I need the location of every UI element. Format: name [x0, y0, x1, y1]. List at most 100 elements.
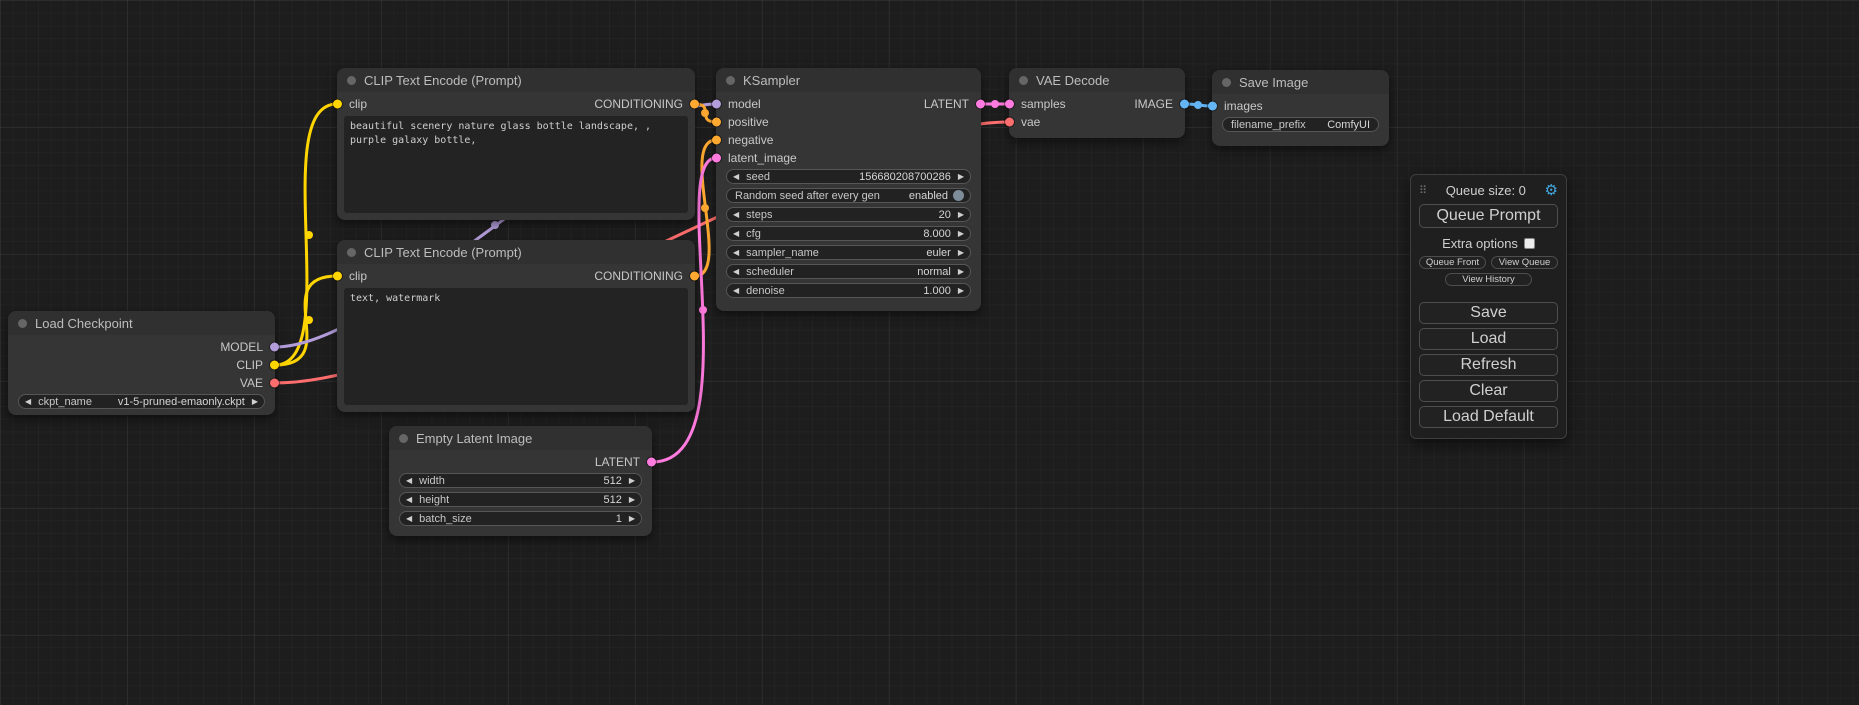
queue-prompt-button[interactable]: Queue Prompt [1419, 204, 1558, 228]
output-label-clip: CLIP [236, 358, 263, 372]
node-status-dot [399, 434, 408, 443]
queue-small-buttons-row: Queue Front View Queue [1419, 256, 1558, 269]
images-input-port[interactable] [1208, 102, 1217, 111]
left-arrow-icon[interactable]: ◀ [406, 496, 412, 504]
latent-output-port[interactable] [976, 100, 985, 109]
refresh-button[interactable]: Refresh [1419, 354, 1558, 376]
right-arrow-icon[interactable]: ▶ [958, 173, 964, 181]
right-arrow-icon[interactable]: ▶ [958, 230, 964, 238]
right-arrow-icon[interactable]: ▶ [629, 515, 635, 523]
queue-front-button[interactable]: Queue Front [1419, 256, 1486, 269]
node-title-bar[interactable]: Load Checkpoint [8, 311, 275, 335]
left-arrow-icon[interactable]: ◀ [406, 515, 412, 523]
widget-scheduler[interactable]: ◀ scheduler normal ▶ [726, 264, 971, 279]
wire-clip-to-negative-prompt [275, 276, 337, 365]
node-title-bar[interactable]: CLIP Text Encode (Prompt) [337, 240, 695, 264]
node-clip-text-encode-positive[interactable]: CLIP Text Encode (Prompt) clip CONDITION… [337, 68, 695, 220]
right-arrow-icon[interactable]: ▶ [252, 398, 258, 406]
right-arrow-icon[interactable]: ▶ [629, 496, 635, 504]
right-arrow-icon[interactable]: ▶ [629, 477, 635, 485]
right-arrow-icon[interactable]: ▶ [958, 211, 964, 219]
widget-name: filename_prefix [1231, 119, 1306, 131]
right-arrow-icon[interactable]: ▶ [958, 249, 964, 257]
link-dot [701, 109, 709, 117]
clip-input-port[interactable] [333, 272, 342, 281]
view-history-button[interactable]: View History [1445, 273, 1532, 286]
port-row: negative [716, 131, 981, 149]
node-load-checkpoint[interactable]: Load Checkpoint MODEL CLIP VAE ◀ ckpt_na… [8, 311, 275, 415]
widget-cfg[interactable]: ◀ cfg 8.000 ▶ [726, 226, 971, 241]
node-title-bar[interactable]: CLIP Text Encode (Prompt) [337, 68, 695, 92]
model-input-port[interactable] [712, 100, 721, 109]
link-dot [991, 100, 999, 108]
drag-handle-icon[interactable]: ⠿ [1419, 184, 1427, 197]
output-label-latent: LATENT [924, 97, 969, 111]
left-arrow-icon[interactable]: ◀ [733, 211, 739, 219]
node-vae-decode[interactable]: VAE Decode samples IMAGE vae [1009, 68, 1185, 138]
prompt-textarea[interactable]: beautiful scenery nature glass bottle la… [344, 116, 688, 213]
samples-input-port[interactable] [1005, 100, 1014, 109]
node-ksampler[interactable]: KSampler model LATENT positive negative … [716, 68, 981, 311]
widget-batch-size[interactable]: ◀ batch_size 1 ▶ [399, 511, 642, 526]
node-title-bar[interactable]: VAE Decode [1009, 68, 1185, 92]
comfyui-canvas[interactable]: Load Checkpoint MODEL CLIP VAE ◀ ckpt_na… [0, 0, 1859, 705]
positive-input-port[interactable] [712, 118, 721, 127]
conditioning-output-port[interactable] [690, 100, 699, 109]
input-label-samples: samples [1021, 97, 1066, 111]
widget-value: euler [819, 247, 951, 259]
widget-name: batch_size [419, 513, 472, 525]
widget-random-seed-toggle[interactable]: Random seed after every gen enabled [726, 188, 971, 203]
left-arrow-icon[interactable]: ◀ [733, 173, 739, 181]
toggle-knob[interactable] [953, 190, 964, 201]
left-arrow-icon[interactable]: ◀ [733, 249, 739, 257]
left-arrow-icon[interactable]: ◀ [733, 230, 739, 238]
widget-name: Random seed after every gen [735, 190, 880, 202]
vae-input-port[interactable] [1005, 118, 1014, 127]
widget-name: width [419, 475, 445, 487]
settings-gear-icon[interactable]: ⚙ [1545, 183, 1558, 198]
widget-denoise[interactable]: ◀ denoise 1.000 ▶ [726, 283, 971, 298]
widget-width[interactable]: ◀ width 512 ▶ [399, 473, 642, 488]
save-button[interactable]: Save [1419, 302, 1558, 324]
widget-ckpt-name[interactable]: ◀ ckpt_name v1-5-pruned-emaonly.ckpt ▶ [18, 394, 265, 409]
node-title: Empty Latent Image [416, 431, 532, 446]
node-title-bar[interactable]: Empty Latent Image [389, 426, 652, 450]
widget-name: cfg [746, 228, 761, 240]
clear-button[interactable]: Clear [1419, 380, 1558, 402]
right-arrow-icon[interactable]: ▶ [958, 268, 964, 276]
conditioning-output-port[interactable] [690, 272, 699, 281]
left-arrow-icon[interactable]: ◀ [406, 477, 412, 485]
node-save-image[interactable]: Save Image images filename_prefix ComfyU… [1212, 70, 1389, 146]
node-empty-latent-image[interactable]: Empty Latent Image LATENT ◀ width 512 ▶ … [389, 426, 652, 536]
widget-name: ckpt_name [38, 396, 92, 408]
prompt-textarea[interactable]: text, watermark [344, 288, 688, 405]
left-arrow-icon[interactable]: ◀ [25, 398, 31, 406]
view-queue-button[interactable]: View Queue [1491, 256, 1558, 269]
left-arrow-icon[interactable]: ◀ [733, 268, 739, 276]
widget-steps[interactable]: ◀ steps 20 ▶ [726, 207, 971, 222]
node-title-bar[interactable]: KSampler [716, 68, 981, 92]
widget-height[interactable]: ◀ height 512 ▶ [399, 492, 642, 507]
widget-name: denoise [746, 285, 785, 297]
widget-filename-prefix[interactable]: filename_prefix ComfyUI [1222, 117, 1379, 132]
output-label-vae: VAE [240, 376, 263, 390]
left-arrow-icon[interactable]: ◀ [733, 287, 739, 295]
vae-output-port[interactable] [270, 379, 279, 388]
right-arrow-icon[interactable]: ▶ [958, 287, 964, 295]
widget-seed[interactable]: ◀ seed 156680208700286 ▶ [726, 169, 971, 184]
clip-input-port[interactable] [333, 100, 342, 109]
node-title-bar[interactable]: Save Image [1212, 70, 1389, 94]
negative-input-port[interactable] [712, 136, 721, 145]
load-default-button[interactable]: Load Default [1419, 406, 1558, 428]
widget-value: normal [794, 266, 951, 278]
model-output-port[interactable] [270, 343, 279, 352]
latent-output-port[interactable] [647, 458, 656, 467]
clip-output-port[interactable] [270, 361, 279, 370]
extra-options-checkbox[interactable] [1524, 238, 1535, 249]
node-clip-text-encode-negative[interactable]: CLIP Text Encode (Prompt) clip CONDITION… [337, 240, 695, 412]
load-button[interactable]: Load [1419, 328, 1558, 350]
widget-sampler-name[interactable]: ◀ sampler_name euler ▶ [726, 245, 971, 260]
image-output-port[interactable] [1180, 100, 1189, 109]
latent-image-input-port[interactable] [712, 154, 721, 163]
widget-value: enabled [880, 190, 948, 202]
